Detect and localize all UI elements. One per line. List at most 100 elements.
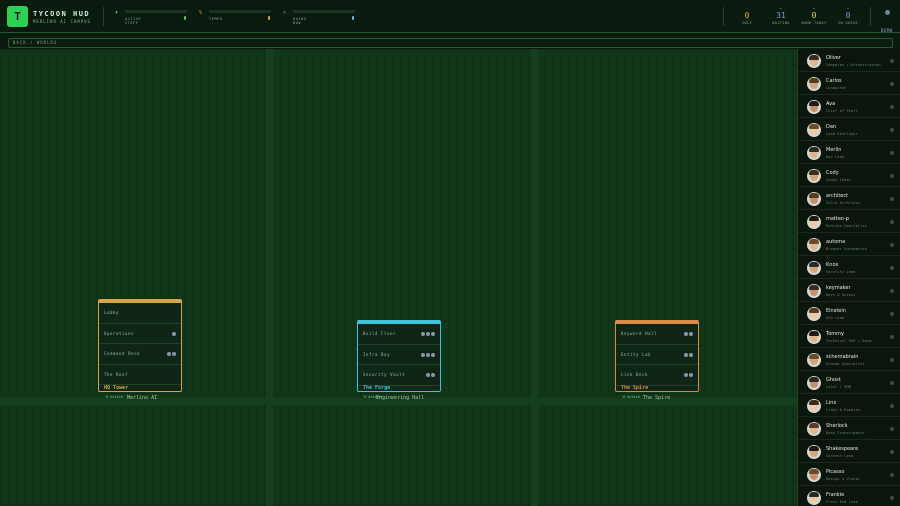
floor-row[interactable]: Operations [99, 324, 181, 344]
app-logo: T [7, 6, 28, 27]
agent-row[interactable]: architect Infra Architect [798, 187, 900, 210]
agent-row[interactable]: automa Browser Automation [798, 233, 900, 256]
agent-row[interactable]: matteo-p Runtime Specialist [798, 210, 900, 233]
meter-track [209, 10, 271, 13]
status-dot-icon [890, 381, 894, 385]
avatar [807, 215, 821, 229]
floor-row[interactable]: Build Floor [358, 324, 440, 345]
building-the-forge[interactable]: Build Floor Infra Bay Security Vault The… [357, 320, 441, 392]
stat-label: IN QUEUE [837, 21, 859, 25]
agent-row[interactable]: schemabrain Schema Specialist [798, 348, 900, 371]
floor-row[interactable]: Lobby [99, 303, 181, 324]
agent-name: Ava [826, 101, 836, 107]
status-dot-icon [890, 335, 894, 339]
divider [723, 7, 724, 26]
agent-row[interactable]: Ava Chief of Staff [798, 95, 900, 118]
status-dot-icon [890, 496, 894, 500]
floor-label: Operations [104, 330, 135, 336]
top-hud-bar: T TYCOON HUD MERLINO AI CAMPUS ♦ ACTIVE … [0, 0, 900, 33]
avatar-hair [809, 469, 819, 474]
building-hq-tower[interactable]: Lobby Operations Command Deck The Roof H… [98, 299, 182, 392]
agent-name: Einstein [826, 308, 846, 314]
divider [870, 7, 871, 26]
avatar [807, 307, 821, 321]
floor-row[interactable]: The Roof [99, 365, 181, 385]
meter-indicator [184, 16, 186, 20]
agent-row[interactable]: Shakespeare Content Lead [798, 440, 900, 463]
avatar-hair [809, 377, 819, 382]
agent-role: Links & Domains [826, 408, 861, 412]
agent-row[interactable]: Cody Codex Coder [798, 164, 900, 187]
agent-row[interactable]: Dan Lead Developer [798, 118, 900, 141]
agent-name: Shakespeare [826, 446, 859, 452]
avatar-hair [809, 170, 819, 175]
floor-occupants [172, 324, 176, 336]
agent-role: Chief of Staff [826, 109, 858, 113]
avatar [807, 169, 821, 183]
agent-name: Merlin [826, 147, 842, 153]
agent-row[interactable]: Carlos Conductor [798, 72, 900, 95]
agent-role: Conductor [826, 86, 847, 90]
divider [103, 7, 104, 26]
agent-row[interactable]: Linx Links & Domains [798, 394, 900, 417]
floor-row[interactable]: Keyword Hall [616, 324, 698, 345]
meter-indicator [268, 16, 270, 20]
breadcrumb-back-worlds[interactable]: BACK / WORLDS [8, 38, 893, 48]
status-dot-icon [890, 151, 894, 155]
building-the-spire[interactable]: Keyword Hall Entity Lab Link Deck The Sp… [615, 320, 699, 392]
floor-row[interactable]: Security Vault [358, 365, 440, 386]
status-dot-icon [890, 243, 894, 247]
floor-occupants [167, 344, 176, 356]
status-dot-icon [890, 289, 894, 293]
agent-role: Dev Lead [826, 155, 845, 159]
floor-occupants [421, 324, 435, 336]
agent-role: Keys & Access [826, 293, 856, 297]
agent-row[interactable]: Tommy Technical SEO + Data [798, 325, 900, 348]
agent-dot [426, 352, 430, 357]
floor-row[interactable]: Entity Lab [616, 345, 698, 365]
agent-role: Content Lead [826, 454, 854, 458]
agent-name: Frankie [826, 492, 845, 498]
agent-name: keymaker [826, 285, 851, 291]
road-vertical [531, 49, 538, 506]
avatar-hair [809, 423, 819, 428]
agent-row[interactable]: Ghost Local / GMB [798, 371, 900, 394]
percent-icon: % [199, 10, 203, 16]
agent-row[interactable]: keymaker Keys & Access [798, 279, 900, 302]
demo-dot-icon [884, 10, 890, 15]
agent-row[interactable]: Oliver Campaign / Orchestration [798, 49, 900, 72]
agent-row[interactable]: Picasso Design & Visual [798, 463, 900, 486]
floor-row[interactable]: Command Deck [99, 344, 181, 365]
active-count-badge: 8 active [104, 395, 125, 399]
avatar [807, 261, 821, 275]
agent-row[interactable]: Einstein SEO Lead [798, 302, 900, 325]
floor-row[interactable]: Link Deck [616, 365, 698, 386]
building-caption: Merlino AI [127, 395, 158, 401]
avatar-hair [809, 55, 819, 60]
stat-done-today: • 0 DONE TODAY [799, 6, 829, 25]
floor-label: Link Deck [621, 372, 649, 377]
agent-name: Sherlock [826, 423, 848, 429]
agent-row[interactable]: Frankie Front-End Lead [798, 486, 900, 506]
agent-role: Infra Architect [826, 201, 861, 205]
avatar-hair [809, 147, 819, 152]
floor-occupants [426, 365, 435, 377]
agent-row[interactable]: Sherlock Deep Investigator [798, 417, 900, 440]
agent-name: Cody [826, 170, 839, 176]
agent-name: architect [826, 193, 849, 199]
floor-label: Build Floor [363, 331, 397, 336]
avatar-hair [809, 262, 819, 267]
app-title: TYCOON HUD [33, 10, 91, 18]
floor-label: The Roof [104, 371, 129, 377]
agent-dot [684, 332, 688, 336]
stat-waiting: • 31 WAITING [766, 6, 796, 25]
stat-label: IDLE [741, 21, 753, 25]
demo-toggle[interactable]: DEMO [877, 10, 897, 36]
avatar-hair [809, 216, 819, 221]
avatar-hair [809, 446, 819, 451]
agent-row[interactable]: Merlin Dev Lead [798, 141, 900, 164]
floor-row[interactable]: Infra Bay [358, 345, 440, 365]
avatar-hair [809, 101, 819, 106]
agent-row[interactable]: Knox Security Lead [798, 256, 900, 279]
campus-map: Lobby Operations Command Deck The Roof H… [0, 49, 797, 506]
